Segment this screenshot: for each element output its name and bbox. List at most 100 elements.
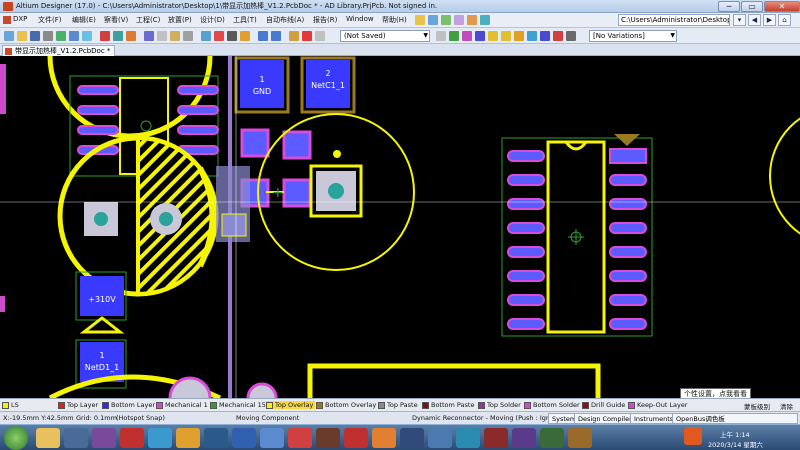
string-icon[interactable] (553, 31, 563, 41)
red-app-icon[interactable] (344, 428, 368, 448)
undo-icon[interactable] (258, 31, 268, 41)
layer-tab-mechanical-1[interactable]: Mechanical 1 (156, 401, 208, 409)
blue-app-icon[interactable] (204, 428, 228, 448)
explorer-icon[interactable] (36, 428, 60, 448)
minimize-button[interactable]: ─ (718, 1, 740, 12)
altium-taskbar-icon[interactable] (316, 428, 340, 448)
start-button[interactable] (4, 426, 28, 450)
menu-tools[interactable]: 工具(T) (233, 15, 257, 25)
fill-icon[interactable] (527, 31, 537, 41)
route-icon[interactable] (449, 31, 459, 41)
clear-button[interactable]: 清除 (780, 401, 793, 411)
move-icon[interactable] (214, 31, 224, 41)
menu-dxp[interactable]: DXP (13, 15, 27, 23)
layer-set-icon[interactable] (100, 31, 110, 41)
browse-icon[interactable] (302, 31, 312, 41)
wps-icon[interactable] (288, 428, 312, 448)
media-icon[interactable] (64, 428, 88, 448)
pcb-canvas[interactable]: 1 GND 2 NetC1_1 + +310V 1 NetD1_1 (0, 56, 800, 398)
layer-tab-keep-out[interactable]: Keep-Out Layer (628, 401, 688, 409)
menu-design[interactable]: 设计(D) (200, 15, 225, 25)
new-file-icon[interactable] (4, 31, 14, 41)
menu-project[interactable]: 工程(C) (136, 15, 160, 25)
orange-app-icon[interactable] (176, 428, 200, 448)
layer-tab-bottom-solder[interactable]: Bottom Solder (524, 401, 580, 409)
paste-icon[interactable] (170, 31, 180, 41)
qq-icon[interactable] (400, 428, 424, 448)
word-icon[interactable] (232, 428, 256, 448)
dropdown-arrow-icon[interactable]: ▾ (733, 14, 746, 26)
pcb-icon[interactable] (480, 15, 490, 25)
youdao-icon[interactable] (120, 428, 144, 448)
deselect-icon[interactable] (227, 31, 237, 41)
forward-icon[interactable]: ▶ (763, 14, 776, 26)
layer-tab-top-overlay[interactable]: Top Overlay (266, 401, 316, 409)
ad-taskbar-icon[interactable] (484, 428, 508, 448)
rubber-stamp-icon[interactable] (183, 31, 193, 41)
shovel-icon[interactable] (289, 31, 299, 41)
menu-help[interactable]: 帮助(H) (382, 15, 407, 25)
panel-tab-instruments[interactable]: Instruments (630, 413, 678, 424)
monitor-icon[interactable] (260, 428, 284, 448)
print-icon[interactable] (43, 31, 53, 41)
sogou-ime-icon[interactable] (684, 427, 702, 445)
menu-reports[interactable]: 报告(R) (313, 15, 337, 25)
panel-tab-design-compiler[interactable]: Design Compiler (574, 413, 636, 424)
menu-autoroute[interactable]: 自动布线(A) (266, 15, 304, 25)
app-icon[interactable] (92, 428, 116, 448)
pad-icon[interactable] (488, 31, 498, 41)
zoom-fit-icon[interactable] (56, 31, 66, 41)
variations-combo[interactable]: [No Variations] ▼ (589, 30, 677, 42)
chrome-icon[interactable] (372, 428, 396, 448)
redo-icon[interactable] (271, 31, 281, 41)
feishu-icon[interactable] (148, 428, 172, 448)
mask-level-button[interactable]: 蒙板级别 (744, 401, 770, 411)
save-state-combo[interactable]: (Not Saved) ▼ (340, 30, 430, 42)
folder-icon[interactable] (415, 15, 425, 25)
3d-view-icon[interactable] (113, 31, 123, 41)
clear-filter-icon[interactable] (240, 31, 250, 41)
menu-window[interactable]: Window (346, 15, 374, 23)
via-icon[interactable] (501, 31, 511, 41)
home-icon[interactable]: ⌂ (778, 14, 791, 26)
differential-pair-icon[interactable] (475, 31, 485, 41)
open-icon[interactable] (428, 15, 438, 25)
interactive-route-icon[interactable] (462, 31, 472, 41)
app2-icon[interactable] (512, 428, 536, 448)
save-icon[interactable] (30, 31, 40, 41)
menu-view[interactable]: 察看(V) (104, 15, 128, 25)
panel-tab-openbus[interactable]: OpenBus调色板 (672, 413, 798, 424)
maximize-button[interactable]: ▭ (741, 1, 763, 12)
open-file-icon[interactable] (17, 31, 27, 41)
polygon-icon[interactable] (540, 31, 550, 41)
copy-icon[interactable] (157, 31, 167, 41)
layer-tab-mechanical-15[interactable]: Mechanical 15 (210, 401, 266, 409)
layer-tab-top-solder[interactable]: Top Solder (478, 401, 521, 409)
layer-tab-drill-guide[interactable]: Drill Guide (582, 401, 625, 409)
menu-file[interactable]: 文件(F) (38, 15, 62, 25)
project-icon[interactable] (441, 15, 451, 25)
zoom-area-icon[interactable] (69, 31, 79, 41)
app4-icon[interactable] (568, 428, 592, 448)
layer-tab-bottom-overlay[interactable]: Bottom Overlay (316, 401, 376, 409)
menu-place[interactable]: 放置(P) (168, 15, 192, 25)
path-input[interactable]: C:\Users\Administrator\Desktop\ (618, 14, 730, 26)
select-area-icon[interactable] (201, 31, 211, 41)
document-tab[interactable]: 带显示加热棒_V1.2.PcbDoc * (2, 45, 116, 56)
menu-edit[interactable]: 编辑(E) (72, 15, 96, 25)
layer-tab-top-layer[interactable]: Top Layer (58, 401, 98, 409)
layer-tab-bottom-layer[interactable]: Bottom Layer (102, 401, 155, 409)
component-icon[interactable] (566, 31, 576, 41)
library-icon[interactable] (454, 15, 464, 25)
cut-icon[interactable] (144, 31, 154, 41)
pin-icon[interactable] (315, 31, 325, 41)
layer-tab-top-paste[interactable]: Top Paste (378, 401, 418, 409)
layer-tab-ls[interactable]: LS (2, 401, 60, 409)
back-icon[interactable]: ◀ (748, 14, 761, 26)
layer-tab-bottom-paste[interactable]: Bottom Paste (422, 401, 474, 409)
video-icon[interactable] (428, 428, 452, 448)
close-button[interactable]: ✕ (764, 1, 800, 12)
zoom-selected-icon[interactable] (82, 31, 92, 41)
layer-stack-icon[interactable] (436, 31, 446, 41)
screen-icon[interactable] (456, 428, 480, 448)
